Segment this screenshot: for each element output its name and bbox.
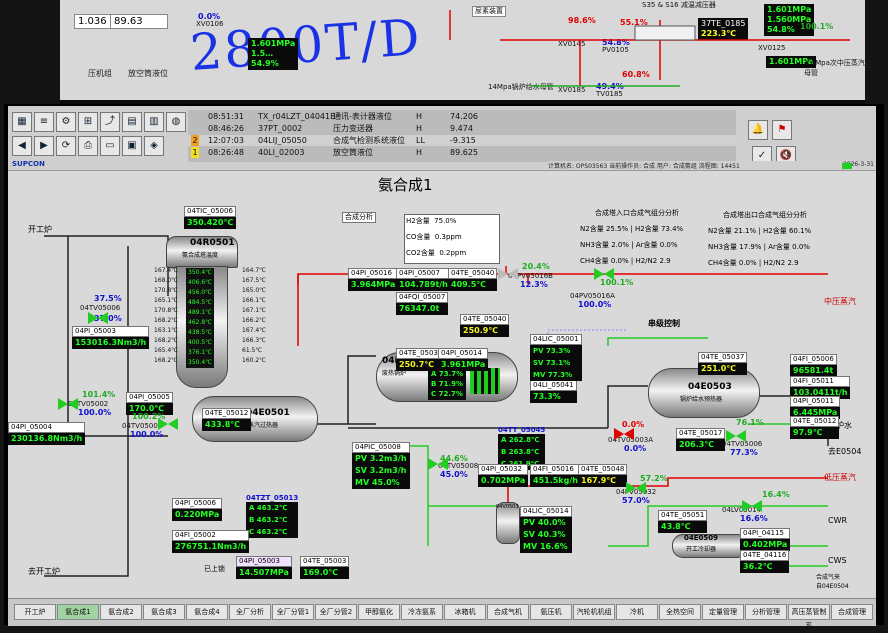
nav-button[interactable]: 冷冻氨系 — [401, 604, 443, 620]
nav-button[interactable]: 氨合成3 — [143, 604, 185, 620]
top-pipes — [449, 10, 850, 87]
nav-button[interactable]: 全厂分管2 — [315, 604, 357, 620]
valve-icon — [726, 430, 746, 442]
valve-icon — [88, 312, 108, 324]
nav-button[interactable]: 冰箱机 — [444, 604, 486, 620]
nav-button[interactable]: 合成管理 — [831, 604, 873, 620]
nav-button[interactable]: 氨压机 — [530, 604, 572, 620]
nav-button[interactable]: 合成气机 — [487, 604, 529, 620]
bottom-nav: 开工炉 氨合成1 氨合成2 氨合成3 氨合成4 全厂分析 全厂分管1 全厂分管2 甲醇氨化 冷冻氨… — [8, 598, 876, 630]
nav-button[interactable]: 氨合成4 — [186, 604, 228, 620]
nav-button[interactable]: 冷机 — [616, 604, 658, 620]
nav-button[interactable]: 全厂分管1 — [272, 604, 314, 620]
valve-icon — [742, 500, 762, 512]
valve-symbols — [58, 268, 762, 512]
valve-icon — [428, 458, 448, 470]
nav-button[interactable]: 全厂分析 — [229, 604, 271, 620]
valve-icon — [158, 418, 178, 430]
nav-button[interactable]: 分析管理 — [745, 604, 787, 620]
valve-icon — [498, 268, 518, 280]
top-monitor: 1.036 89.63 压机组 放空筒液位 2800T/D 0.0% XV010… — [60, 0, 865, 106]
nav-button[interactable]: 高压蒸管制系 — [788, 604, 830, 630]
nav-button[interactable]: 汽轮机机组 — [573, 604, 615, 620]
nav-button[interactable]: 氨合成2 — [100, 604, 142, 620]
valve-icon — [626, 482, 646, 494]
main-screen: ▦ ≡ ⚙ ⊞ ⤴ ▤ ▥ ◍ ◀ ▶ ⟳ ⎙ ▭ ▣ ◈ SUPCON 08:… — [8, 106, 876, 630]
nav-button[interactable]: 全热空间 — [659, 604, 701, 620]
nav-button[interactable]: 氨合成1 — [57, 604, 99, 620]
valve-icon — [594, 268, 614, 280]
nav-button[interactable]: 定量管理 — [702, 604, 744, 620]
nav-button[interactable]: 甲醇氨化 — [358, 604, 400, 620]
valve-icon — [58, 398, 78, 410]
valve-icon — [614, 428, 634, 440]
nav-button[interactable]: 开工炉 — [14, 604, 56, 620]
